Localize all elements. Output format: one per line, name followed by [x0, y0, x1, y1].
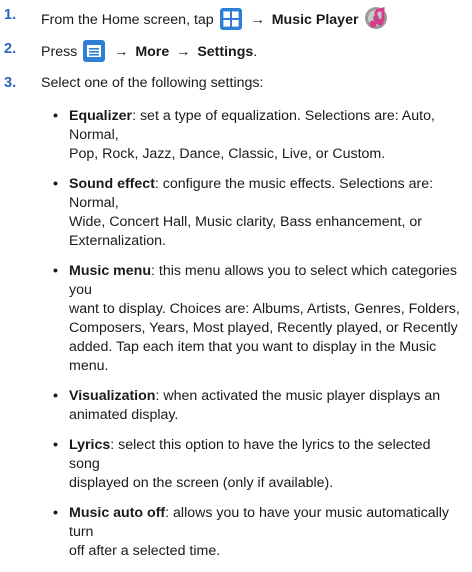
- setting-term: Music menu: [69, 263, 151, 279]
- setting-term: Sound effect: [69, 176, 155, 192]
- setting-line: Wide, Concert Hall, Music clarity, Bass …: [69, 214, 422, 230]
- setting-line: Composers, Years, Most played, Recently …: [69, 320, 458, 336]
- setting-line: : select this option to have the lyrics …: [69, 437, 431, 472]
- period: .: [253, 44, 258, 60]
- list-item: • Sound effect: configure the music effe…: [53, 175, 465, 251]
- step-number: 1.: [4, 7, 17, 23]
- list-item-text: Equalizer: set a type of equalization. S…: [69, 107, 465, 164]
- bullet-dot: •: [53, 263, 58, 279]
- list-item-text: Sound effect: configure the music effect…: [69, 175, 465, 251]
- list-item: • Music auto off: allows you to have you…: [53, 504, 465, 561]
- setting-line: off after a selected time.: [69, 543, 221, 559]
- setting-term: Visualization: [69, 388, 156, 404]
- settings-label: Settings: [197, 44, 254, 60]
- step-2: 2. Press → More → Settings.: [0, 38, 472, 62]
- setting-term: Equalizer: [69, 108, 133, 124]
- bullet-dot: •: [53, 108, 58, 124]
- setting-term: Lyrics: [69, 437, 111, 453]
- step-text: Select one of the following settings:: [41, 75, 264, 91]
- settings-list: • Equalizer: set a type of equalization.…: [53, 107, 465, 572]
- list-item-text: Lyrics: select this option to have the l…: [69, 436, 465, 493]
- list-item: • Equalizer: set a type of equalization.…: [53, 107, 465, 164]
- apps-grid-icon: [219, 8, 242, 36]
- setting-line: want to display. Choices are: Albums, Ar…: [69, 301, 460, 317]
- step-text-lead: From the Home screen, tap: [41, 12, 214, 28]
- step-number: 2.: [4, 41, 17, 57]
- setting-line: displayed on the screen (only if availab…: [69, 475, 334, 491]
- step-number: 3.: [4, 75, 17, 91]
- more-label: More: [135, 44, 170, 60]
- step-1: 1. From the Home screen, tap → Music Pla…: [0, 4, 472, 30]
- instruction-page: 1. From the Home screen, tap → Music Pla…: [0, 0, 472, 559]
- list-item-text: Music auto off: allows you to have your …: [69, 504, 465, 561]
- bullet-dot: •: [53, 176, 58, 192]
- setting-line: added. Tap each item that you want to di…: [69, 339, 437, 374]
- step-text: Press → More → Settings.: [41, 40, 468, 68]
- arrow: →: [250, 12, 265, 28]
- setting-line: animated display.: [69, 407, 179, 423]
- list-item: • Visualization: when activated the musi…: [53, 387, 465, 425]
- step-3: 3. Select one of the following settings:: [0, 74, 472, 96]
- list-item-text: Music menu: this menu allows you to sele…: [69, 262, 465, 376]
- arrow: →: [176, 44, 191, 60]
- list-item: • Music menu: this menu allows you to se…: [53, 262, 465, 376]
- setting-line: Externalization.: [69, 233, 166, 249]
- bullet-dot: •: [53, 388, 58, 404]
- bullet-dot: •: [53, 437, 58, 453]
- step-text: From the Home screen, tap → Music Player: [41, 6, 468, 36]
- music-player-label: Music Player: [271, 12, 359, 28]
- setting-line: Pop, Rock, Jazz, Dance, Classic, Live, o…: [69, 146, 386, 162]
- setting-term: Music auto off: [69, 505, 166, 521]
- arrow: →: [114, 44, 129, 60]
- step-text-lead: Press: [41, 44, 78, 60]
- music-player-icon: [364, 6, 388, 36]
- setting-line: : when activated the music player displa…: [155, 388, 441, 404]
- list-item: • Lyrics: select this option to have the…: [53, 436, 465, 493]
- list-item-text: Visualization: when activated the music …: [69, 387, 465, 425]
- menu-key-icon: [83, 40, 106, 68]
- bullet-dot: •: [53, 505, 58, 521]
